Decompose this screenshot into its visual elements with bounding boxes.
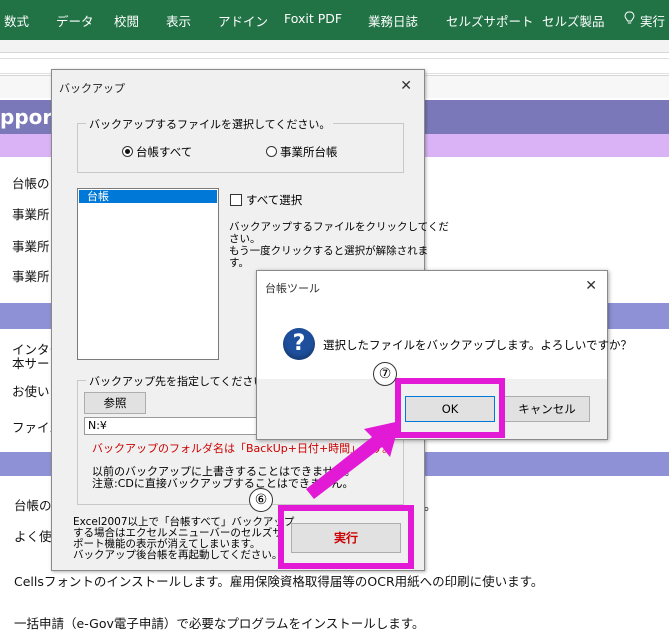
sheet-line: 台帳の	[14, 498, 52, 513]
lightbulb-icon	[624, 11, 635, 24]
ok-highlight-box	[395, 378, 505, 438]
tab-data[interactable]: データ	[56, 11, 94, 30]
tab-cells-products[interactable]: セルズ製品	[542, 11, 605, 30]
execute-highlight-box	[278, 505, 414, 569]
question-icon: ?	[283, 328, 315, 360]
tab-cells-support[interactable]: セルズサポート	[446, 11, 534, 30]
browse-button[interactable]: 参照	[84, 392, 146, 414]
sheet-line: 事業所	[12, 269, 50, 284]
sheet-line: 事業所	[12, 207, 50, 222]
sheet-line-fonts: Cellsフォントのインストールします。雇用保険資格取得届等のOCR用紙への印刷…	[14, 574, 544, 589]
radio-office-ledger[interactable]	[266, 146, 277, 157]
list-item[interactable]: 台帳	[79, 190, 217, 203]
close-icon[interactable]: ✕	[400, 78, 412, 94]
select-all-label: すべて選択	[246, 193, 303, 207]
sheet-line-tail: 。	[424, 498, 437, 513]
radio-all-ledgers-label: 台帳すべて	[136, 145, 193, 159]
tab-addins[interactable]: アドイン	[218, 11, 268, 30]
sheet-line: 台帳の	[12, 176, 50, 191]
ribbon: 数式 データ 校閲 表示 アドイン Foxit PDF 業務日誌 セルズサポート…	[0, 0, 669, 40]
help-text-line: もう一度クリックすると選択が解除されま	[229, 245, 429, 257]
sheet-line-egov: 一括申請（e-Gov電子申請）で必要なプログラムをインストールします。	[14, 616, 425, 631]
help-text-line: す。	[229, 257, 249, 269]
destination-group-label: バックアップ先を指定してください。	[86, 373, 279, 389]
ribbon-body	[0, 40, 669, 53]
step-7-marker: ⑦	[373, 362, 397, 386]
tab-formulas[interactable]: 数式	[4, 11, 29, 30]
tab-work-log[interactable]: 業務日誌	[368, 11, 418, 30]
radio-office-ledger-label: 事業所台帳	[280, 145, 338, 159]
dialog-title: バックアップ	[59, 82, 125, 95]
close-icon[interactable]: ✕	[585, 278, 597, 294]
help-text-line: さい。	[229, 233, 261, 245]
select-all-checkbox[interactable]	[230, 194, 242, 206]
tell-me-label[interactable]: 実行	[640, 11, 665, 30]
radio-all-ledgers[interactable]	[122, 146, 133, 157]
tab-view[interactable]: 表示	[166, 11, 191, 30]
cancel-button[interactable]: キャンセル	[504, 396, 590, 422]
sheet-line: 事業所	[12, 239, 50, 254]
help-text-line: バックアップするファイルをクリックしてくだ	[229, 221, 449, 233]
tab-review[interactable]: 校閲	[114, 11, 139, 30]
file-listbox[interactable]: 台帳	[77, 188, 219, 360]
file-select-group-label: バックアップするファイルを選択してください。	[86, 116, 334, 132]
sheet-line: 本サー	[12, 356, 50, 371]
step-6-marker: ⑥	[249, 488, 273, 512]
sheet-line: お使い	[12, 384, 50, 399]
excel-note-line: バックアップ後台帳を再起動してください。	[73, 549, 283, 561]
message-box-title: 台帳ツール	[265, 282, 320, 295]
file-select-group: バックアップするファイルを選択してください。 台帳すべて 事業所台帳	[77, 116, 404, 173]
arrow-icon	[306, 421, 400, 499]
tab-foxit-pdf[interactable]: Foxit PDF	[284, 11, 342, 26]
confirm-message: 選択したファイルをバックアップします。よろしいですか？	[323, 338, 633, 352]
